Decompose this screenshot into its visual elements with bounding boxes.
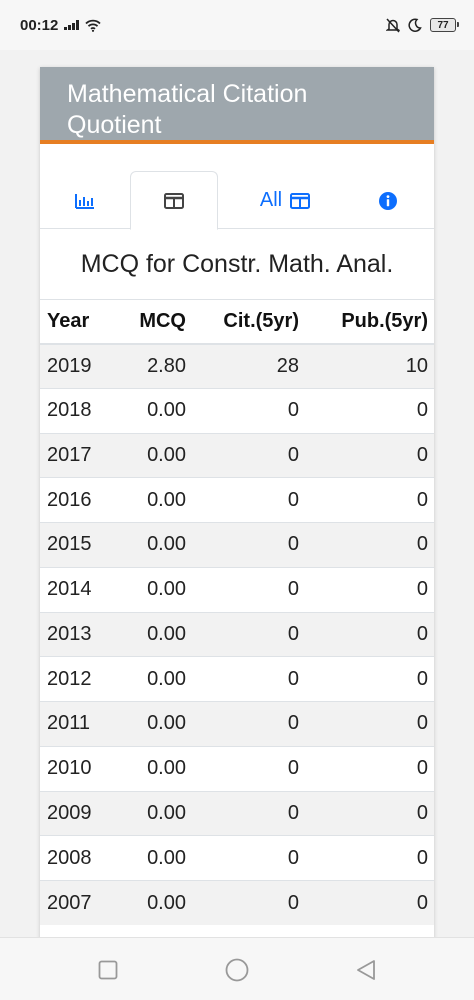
cell-year: 2016 (40, 477, 120, 523)
tab-table[interactable] (130, 171, 218, 230)
status-bar: 00:12 77 (0, 0, 474, 50)
cell-year: 2009 (40, 790, 120, 836)
table-row: 2018 0.00 0 0 (40, 387, 434, 433)
cell-mcq: 0.00 (120, 745, 186, 791)
cell-citations: 0 (186, 387, 299, 433)
table-row: 2008 0.00 0 0 (40, 835, 434, 881)
table-body: 2019 2.80 28 10 2018 0.00 0 0 2017 0.00 0 0 2016 0.00… (40, 343, 434, 926)
table-row: 2009 0.00 0 0 (40, 790, 434, 836)
signal-icon (64, 20, 79, 30)
card-header: Mathematical Citation Quotient (40, 67, 434, 144)
cell-citations: 0 (186, 432, 299, 478)
table-row: 2019 2.80 28 10 (40, 343, 434, 389)
cell-year: 2013 (40, 611, 120, 657)
table-icon (290, 192, 311, 209)
cell-citations: 0 (186, 477, 299, 523)
cell-publications: 0 (299, 745, 434, 791)
card-title: Mathematical Citation Quotient (67, 80, 308, 139)
section-title-text: MCQ for Constr. Math. Anal. (80, 249, 394, 278)
cell-publications: 0 (299, 566, 434, 612)
cell-publications: 0 (299, 656, 434, 702)
cell-citations: 0 (186, 790, 299, 836)
cell-year: 2010 (40, 745, 120, 791)
cell-publications: 0 (299, 880, 434, 926)
table-row: 2017 0.00 0 0 (40, 432, 434, 478)
cell-mcq: 0.00 (120, 611, 186, 657)
col-header-year[interactable]: Year (40, 299, 120, 345)
tab-all-label: All (259, 189, 283, 211)
cell-year: 2007 (40, 880, 120, 926)
cell-citations: 0 (186, 611, 299, 657)
cell-publications: 0 (299, 477, 434, 523)
cell-citations: 0 (186, 880, 299, 926)
cell-publications: 0 (299, 387, 434, 433)
info-icon (379, 191, 397, 210)
cell-year: 2018 (40, 387, 120, 433)
cell-mcq: 0.00 (120, 522, 186, 568)
mute-icon (386, 17, 400, 33)
cell-publications: 0 (299, 790, 434, 836)
col-header-publications[interactable]: Pub.(5yr) (299, 299, 434, 345)
cell-mcq: 0.00 (120, 790, 186, 836)
col-header-citations[interactable]: Cit.(5yr) (186, 299, 299, 345)
cell-mcq: 0.00 (120, 701, 186, 747)
table-row: 2010 0.00 0 0 (40, 745, 434, 791)
cell-year: 2019 (40, 343, 120, 389)
cell-citations: 0 (186, 522, 299, 568)
wifi-icon (85, 19, 101, 32)
cell-mcq: 0.00 (120, 566, 186, 612)
table-row: 2012 0.00 0 0 (40, 656, 434, 702)
tab-bar: All (40, 144, 434, 230)
cell-mcq: 0.00 (120, 387, 186, 433)
cell-publications: 0 (299, 522, 434, 568)
cell-mcq: 0.00 (120, 835, 186, 881)
cell-year: 2012 (40, 656, 120, 702)
cell-mcq: 0.00 (120, 656, 186, 702)
cell-year: 2011 (40, 701, 120, 747)
cell-citations: 0 (186, 566, 299, 612)
cell-publications: 0 (299, 835, 434, 881)
table-row: 2007 0.00 0 0 (40, 880, 434, 926)
battery-icon: 77 (430, 18, 459, 32)
table-row: 2015 0.00 0 0 (40, 522, 434, 568)
moon-icon (408, 18, 422, 32)
cell-year: 2008 (40, 835, 120, 881)
cell-publications: 0 (299, 432, 434, 478)
cell-publications: 0 (299, 611, 434, 657)
cell-citations: 0 (186, 835, 299, 881)
cell-year: 2014 (40, 566, 120, 612)
cell-mcq: 2.80 (120, 343, 186, 389)
mcq-table: Year MCQ Cit.(5yr) Pub.(5yr) 2019 2.80 28 1… (40, 299, 434, 926)
cell-citations: 0 (186, 745, 299, 791)
section-title: MCQ for Constr. Math. Anal. (40, 229, 434, 299)
bar-chart-icon (75, 193, 94, 209)
table-row: 2011 0.00 0 0 (40, 701, 434, 747)
tab-chart[interactable] (52, 172, 118, 229)
cell-mcq: 0.00 (120, 477, 186, 523)
cell-citations: 0 (186, 656, 299, 702)
cell-year: 2017 (40, 432, 120, 478)
recents-square-icon[interactable] (98, 960, 118, 980)
col-header-mcq[interactable]: MCQ (120, 299, 186, 345)
tab-info[interactable] (356, 172, 420, 229)
nav-bar (0, 937, 474, 1000)
cell-mcq: 0.00 (120, 880, 186, 926)
back-triangle-icon[interactable] (355, 959, 377, 981)
mcq-card: Mathematical Citation Quotient All MCQ f… (40, 67, 434, 947)
tab-all[interactable]: All (240, 172, 330, 229)
table-header-row: Year MCQ Cit.(5yr) Pub.(5yr) (40, 299, 434, 345)
cell-publications: 10 (299, 343, 434, 389)
cell-year: 2015 (40, 522, 120, 568)
cell-citations: 0 (186, 701, 299, 747)
battery-level: 77 (437, 19, 449, 31)
home-circle-icon[interactable] (225, 958, 249, 982)
cell-mcq: 0.00 (120, 432, 186, 478)
table-row: 2014 0.00 0 0 (40, 566, 434, 612)
table-row: 2016 0.00 0 0 (40, 477, 434, 523)
status-time: 00:12 (20, 16, 59, 34)
cell-publications: 0 (299, 701, 434, 747)
table-row: 2013 0.00 0 0 (40, 611, 434, 657)
cell-citations: 28 (186, 343, 299, 389)
table-icon (164, 192, 184, 209)
